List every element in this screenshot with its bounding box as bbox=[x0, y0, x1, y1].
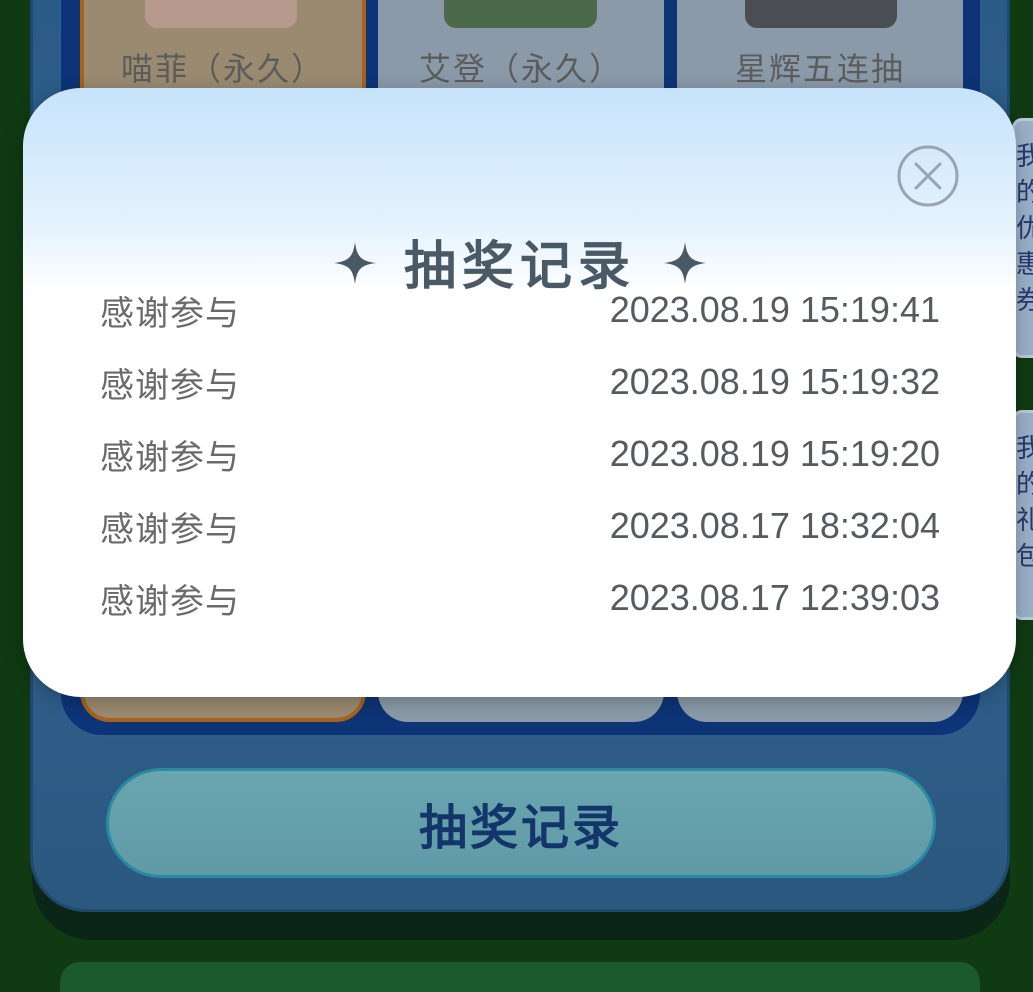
draw-record-button[interactable]: 抽奖记录 bbox=[106, 768, 936, 878]
prize-image bbox=[145, 0, 297, 28]
record-result: 感谢参与 bbox=[100, 509, 240, 550]
record-time: 2023.08.17 12:39:03 bbox=[609, 577, 940, 618]
prize-image bbox=[745, 0, 897, 28]
close-icon[interactable] bbox=[896, 144, 960, 208]
record-time: 2023.08.19 15:19:32 bbox=[609, 361, 940, 402]
bottom-section-edge bbox=[60, 962, 980, 992]
draw-record-modal: 抽奖记录 感谢参与 2023.08.19 15:19:41 感谢参与 2023.… bbox=[23, 88, 1016, 697]
prize-image bbox=[444, 0, 597, 28]
record-result: 感谢参与 bbox=[100, 581, 240, 622]
list-item: 感谢参与 2023.08.19 15:19:41 bbox=[100, 274, 940, 346]
list-item: 感谢参与 2023.08.17 12:39:03 bbox=[100, 562, 940, 634]
list-item: 感谢参与 2023.08.19 15:19:20 bbox=[100, 418, 940, 490]
record-result: 感谢参与 bbox=[100, 293, 240, 334]
record-time: 2023.08.19 15:19:41 bbox=[609, 289, 940, 330]
list-item: 感谢参与 2023.08.19 15:19:32 bbox=[100, 346, 940, 418]
prize-name: 艾登（永久） bbox=[418, 50, 623, 88]
record-time: 2023.08.19 15:19:20 bbox=[609, 433, 940, 474]
record-time: 2023.08.17 18:32:04 bbox=[609, 505, 940, 546]
prize-name: 星辉五连抽 bbox=[734, 50, 905, 88]
record-result: 感谢参与 bbox=[100, 365, 240, 406]
side-tab-label: 我的礼包 bbox=[1016, 431, 1033, 575]
list-item: 感谢参与 2023.08.17 18:32:04 bbox=[100, 490, 940, 562]
draw-record-list: 感谢参与 2023.08.19 15:19:41 感谢参与 2023.08.19… bbox=[100, 274, 940, 634]
record-result: 感谢参与 bbox=[100, 437, 240, 478]
draw-record-button-label: 抽奖记录 bbox=[418, 800, 623, 856]
prize-name: 喵菲（永久） bbox=[120, 50, 325, 88]
